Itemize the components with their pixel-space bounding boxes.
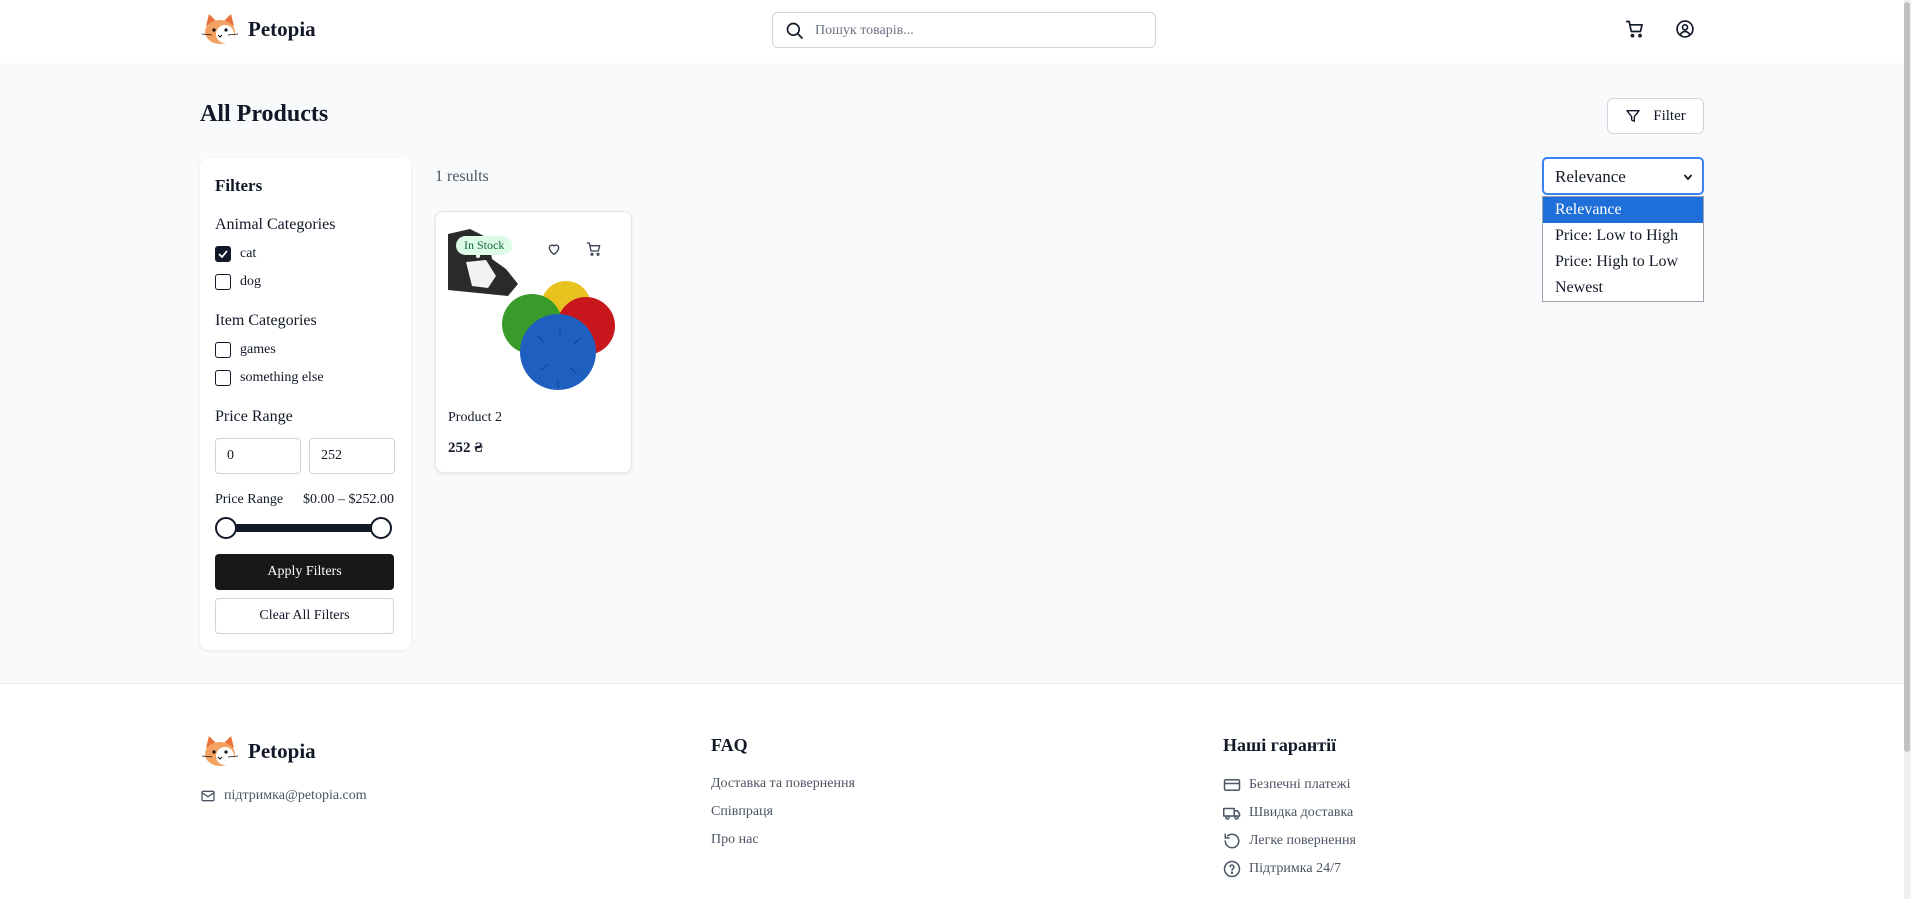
footer-faq-title: FAQ [711, 735, 748, 755]
check-icon [218, 250, 228, 259]
mail-icon [201, 790, 215, 802]
help-circle-icon [1223, 860, 1241, 878]
price-range-display: $0.00 – $252.00 [303, 492, 394, 507]
guarantee-label: Легке повернення [1249, 833, 1356, 848]
apply-filters-button[interactable]: Apply Filters [215, 554, 394, 590]
clear-filters-button[interactable]: Clear All Filters [215, 598, 394, 634]
guarantee-secure-payments: Безпечні платежі [1223, 776, 1350, 794]
guarantee-easy-returns: Легке повернення [1223, 832, 1356, 850]
price-max-input[interactable] [309, 438, 395, 474]
filter-animal-cat[interactable]: cat [215, 246, 256, 262]
animal-categories-title: Animal Categories [215, 216, 336, 233]
footer-link-delivery[interactable]: Доставка та повернення [711, 776, 855, 792]
logo-cat-icon [201, 736, 239, 766]
filter-item-games[interactable]: games [215, 342, 276, 358]
sort-option-newest[interactable]: Newest [1543, 275, 1703, 301]
price-min-input[interactable] [215, 438, 301, 474]
sort-dropdown-list: Relevance Price: Low to High Price: High… [1542, 196, 1704, 302]
guarantee-label: Підтримка 24/7 [1249, 861, 1341, 876]
checkbox[interactable] [215, 274, 231, 290]
filters-title: Filters [215, 176, 263, 195]
footer-email[interactable]: підтримка@petopia.com [200, 788, 367, 804]
price-range-title: Price Range [215, 408, 293, 425]
filter-icon [1626, 110, 1640, 122]
chevron-down-icon [1683, 174, 1693, 181]
product-price: 252 ₴ [448, 440, 483, 456]
cart-icon[interactable] [1625, 19, 1645, 39]
footer-guarantees-title: Наші гарантії [1223, 735, 1337, 755]
filter-button-label: Filter [1653, 107, 1686, 124]
guarantee-label: Швидка доставка [1249, 805, 1354, 820]
price-slider-min-handle[interactable] [215, 517, 237, 539]
credit-card-icon [1223, 779, 1241, 791]
footer-logo[interactable]: Petopia [200, 734, 316, 768]
add-to-cart-icon[interactable] [586, 241, 602, 257]
site-header: Petopia [0, 0, 1911, 63]
search-box[interactable] [772, 12, 1156, 48]
logo-cat-icon [201, 14, 239, 44]
scrollbar-thumb[interactable] [1904, 2, 1910, 752]
checkbox-checked[interactable] [215, 246, 231, 262]
filter-label: games [240, 342, 276, 357]
logo-link[interactable]: Petopia [200, 12, 316, 46]
sort-option-price-low-high[interactable]: Price: Low to High [1543, 223, 1703, 249]
page-scrollbar[interactable] [1904, 0, 1911, 899]
sort-option-price-high-low[interactable]: Price: High to Low [1543, 249, 1703, 275]
product-card[interactable]: In Stock Product 2 252 ₴ [435, 211, 632, 473]
filter-label: cat [240, 246, 257, 261]
price-slider-max-handle[interactable] [370, 517, 392, 539]
filter-label: something else [240, 370, 324, 385]
sort-selected-value: Relevance [1555, 167, 1626, 186]
brand-name: Petopia [248, 16, 316, 41]
checkbox[interactable] [215, 370, 231, 386]
product-name[interactable]: Product 2 [448, 410, 502, 426]
footer-email-text: підтримка@petopia.com [224, 788, 367, 803]
filter-item-something-else[interactable]: something else [215, 370, 324, 386]
filter-button[interactable]: Filter [1607, 98, 1704, 134]
truck-icon [1223, 807, 1241, 820]
guarantee-label: Безпечні платежі [1249, 777, 1351, 792]
sort-option-relevance[interactable]: Relevance [1543, 197, 1703, 223]
results-count: 1 results [435, 168, 489, 185]
search-icon [786, 22, 804, 40]
sort-select[interactable]: Relevance [1542, 157, 1704, 195]
price-slider-track[interactable] [228, 524, 383, 532]
guarantee-fast-delivery: Швидка доставка [1223, 804, 1353, 822]
guarantee-support: Підтримка 24/7 [1223, 860, 1341, 878]
item-categories-title: Item Categories [215, 312, 317, 329]
page-title: All Products [200, 101, 329, 127]
user-icon[interactable] [1675, 19, 1695, 39]
footer-link-partnership[interactable]: Співпраця [711, 804, 773, 820]
filter-animal-dog[interactable]: dog [215, 274, 261, 290]
heart-icon[interactable] [546, 241, 562, 257]
stock-badge: In Stock [456, 236, 513, 255]
filter-label: dog [240, 274, 261, 289]
footer-link-about[interactable]: Про нас [711, 832, 759, 848]
rotate-icon [1224, 833, 1240, 849]
search-input[interactable] [813, 19, 1147, 43]
footer-brand-name: Petopia [248, 738, 316, 763]
filters-sidebar: Filters Animal Categories cat dog Item C… [200, 158, 411, 650]
checkbox[interactable] [215, 342, 231, 358]
price-range-label: Price Range [215, 492, 284, 507]
